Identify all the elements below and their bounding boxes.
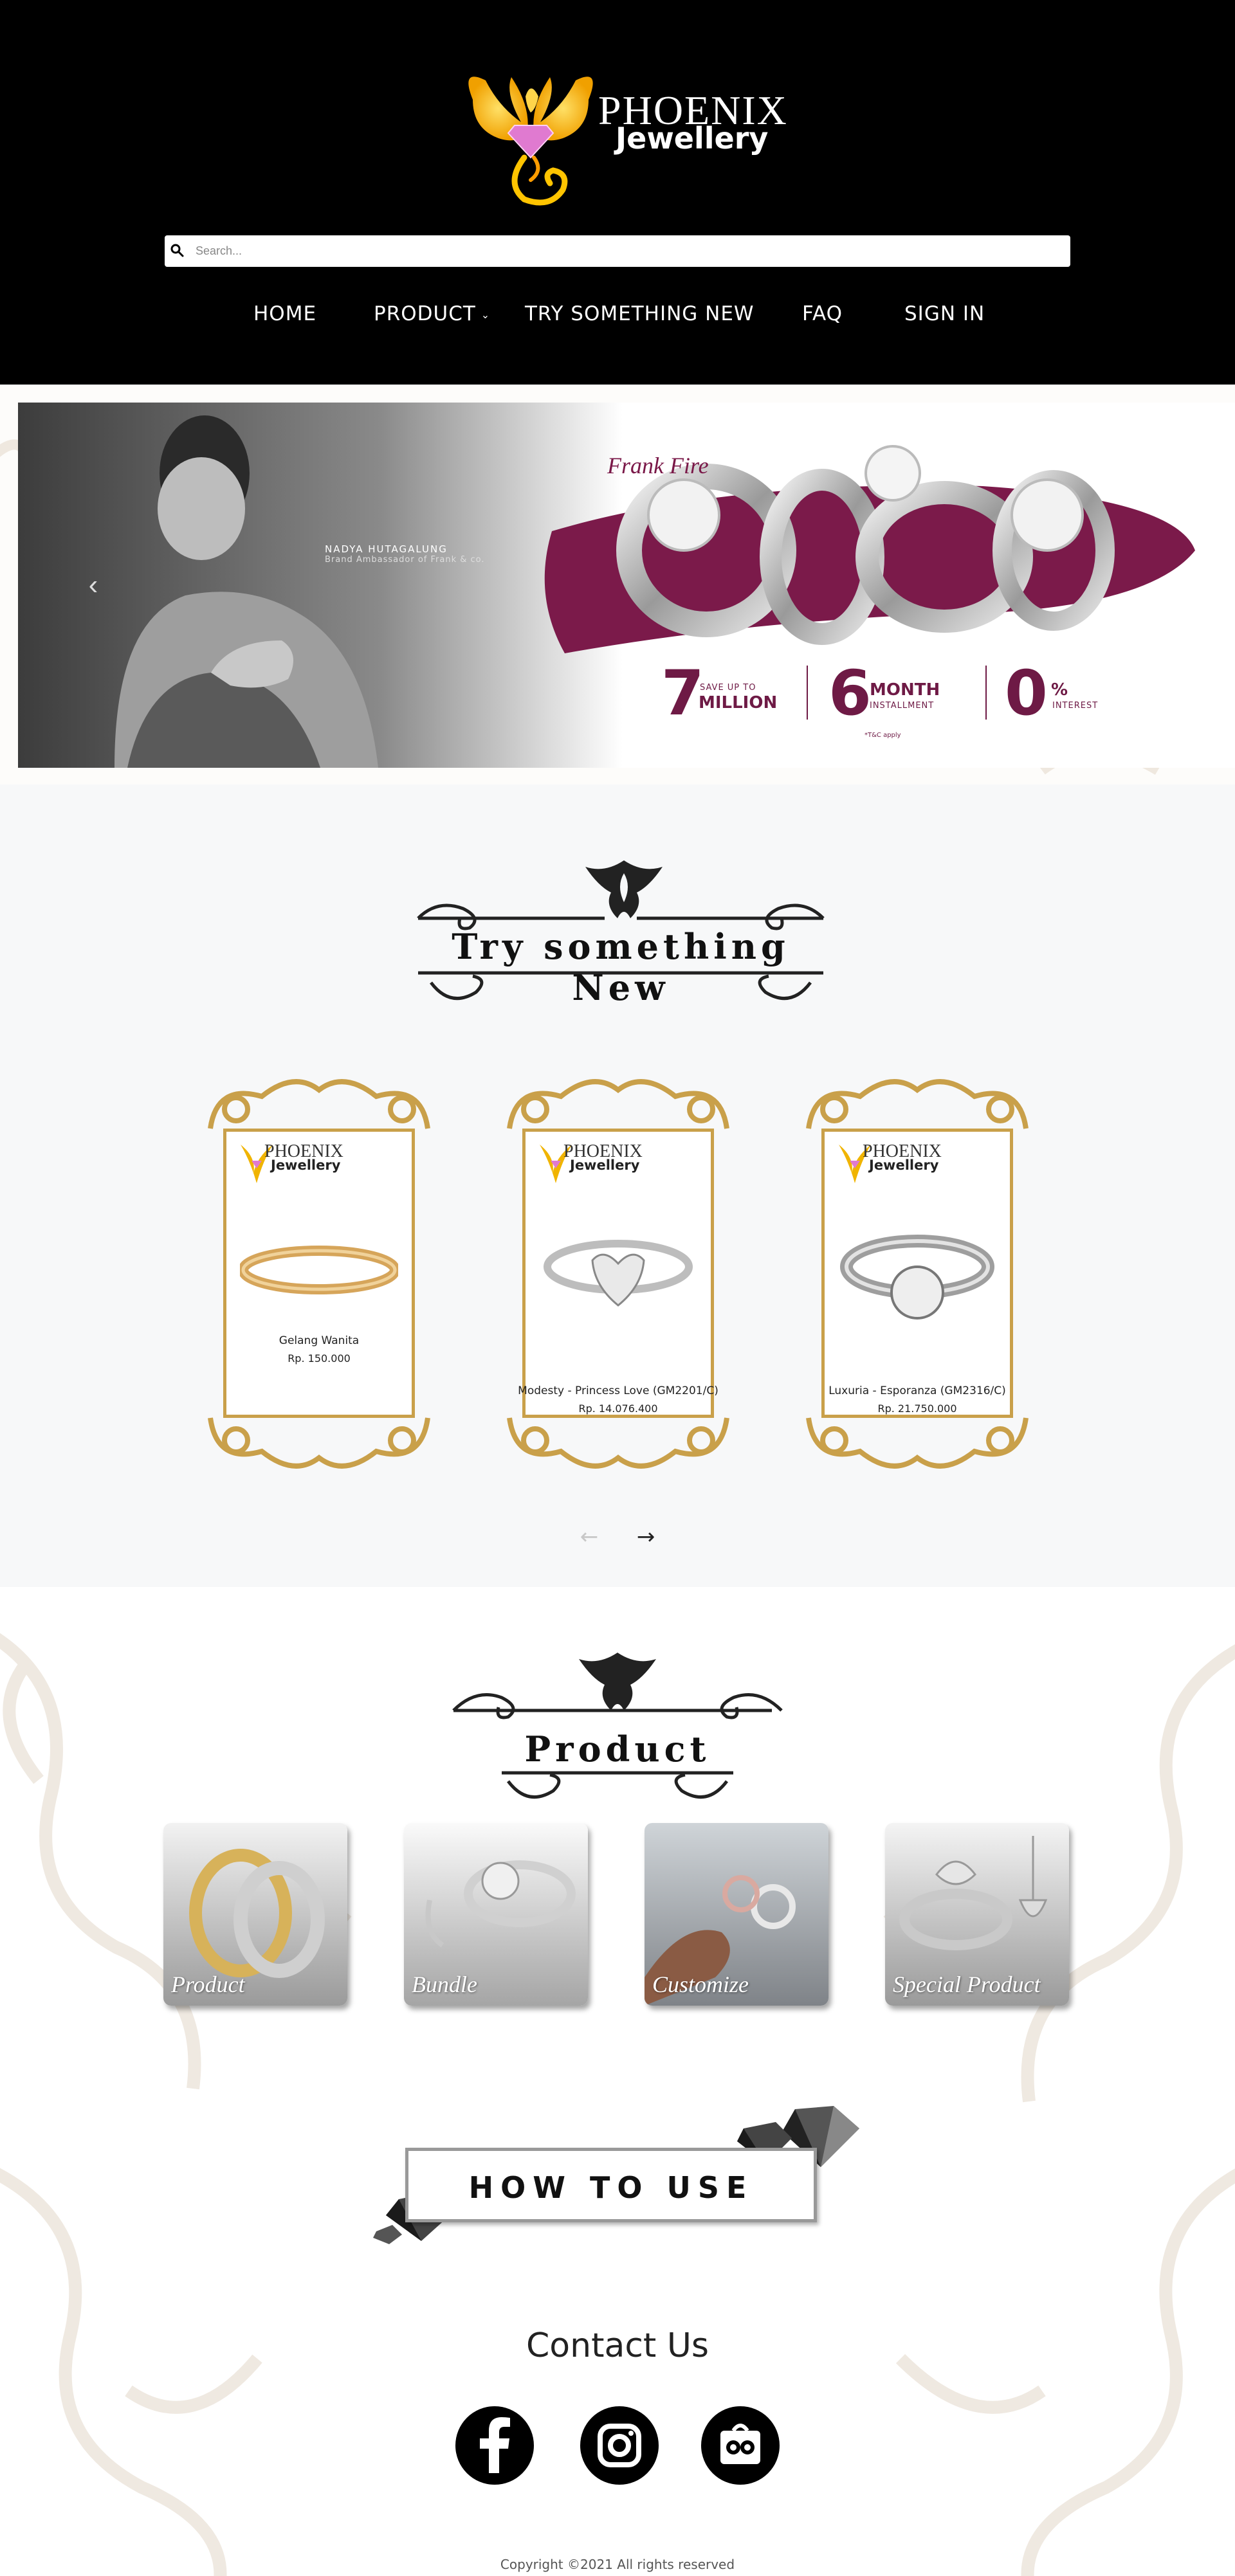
carousel-prev-icon[interactable]: ‹: [80, 571, 106, 599]
category-label: Product: [171, 1972, 245, 1997]
instagram-icon[interactable]: [580, 2406, 659, 2485]
promo-value-3: 0: [1005, 657, 1048, 729]
card-product-price: Rp. 21.750.000: [877, 1402, 957, 1415]
site-header: PHOENIX Jewellery HOME PRODUCT⌄ TRY SOME…: [0, 0, 1235, 385]
promo-caption-1: SAVE UP TO: [700, 683, 756, 693]
category-label: Special Product: [893, 1972, 1041, 1997]
promo-unit-1: MILLION: [699, 693, 778, 712]
promo-caption-3: INTEREST: [1052, 701, 1099, 711]
how-to-use-label: HOW TO USE: [468, 2170, 754, 2205]
card-product-name: Modesty - Princess Love (GM2201/C): [518, 1384, 718, 1397]
chevron-down-icon: ⌄: [480, 309, 491, 321]
card-product-price: Rp. 150.000: [288, 1352, 351, 1365]
facebook-icon[interactable]: [455, 2406, 534, 2485]
product-card[interactable]: PHOENIX Jewellery Gelang Wanita Rp. 150.…: [197, 1071, 441, 1477]
collection-name: Frank Fire: [607, 453, 709, 478]
card-product-price: Rp. 14.076.400: [578, 1402, 658, 1415]
category-label: Bundle: [412, 1972, 477, 1997]
promo-value-2: 6: [828, 657, 872, 729]
product-image: [240, 1246, 398, 1294]
search-bar: [165, 235, 1070, 267]
card-logo-subtitle: Jewellery: [271, 1157, 341, 1173]
product-card[interactable]: PHOENIX Jewellery Luxuria - Esporanza (G…: [796, 1071, 1039, 1477]
search-icon[interactable]: [170, 243, 185, 259]
card-product-name: Luxuria - Esporanza (GM2316/C): [828, 1384, 1006, 1397]
promo-divider: [985, 666, 987, 720]
category-tile-special-product[interactable]: Special Product: [885, 1823, 1069, 2006]
contact-title: Contact Us: [526, 2327, 709, 2365]
try-new-title: Try something New: [452, 926, 790, 1008]
card-logo-subtitle: Jewellery: [570, 1157, 640, 1173]
category-tile-product[interactable]: Product: [163, 1823, 347, 2006]
page: PHOENIX Jewellery HOME PRODUCT⌄ TRY SOME…: [0, 0, 1235, 2576]
arrow-left-icon[interactable]: ←: [576, 1524, 602, 1550]
product-title: Product: [524, 1728, 711, 1770]
promo-unit-2: MONTH: [870, 680, 940, 700]
category-tile-bundle[interactable]: Bundle: [404, 1823, 588, 2006]
product-image: [840, 1235, 994, 1320]
tokopedia-icon[interactable]: [701, 2406, 780, 2485]
category-tile-customize[interactable]: Customize: [645, 1823, 828, 2006]
search-input[interactable]: [196, 239, 1057, 262]
arrow-right-icon[interactable]: →: [633, 1524, 659, 1550]
nav-sign-in[interactable]: SIGN IN: [904, 302, 985, 325]
product-card[interactable]: PHOENIX Jewellery Modesty - Princess Lov…: [497, 1071, 740, 1477]
nav-faq[interactable]: FAQ: [802, 302, 843, 325]
category-label: Customize: [652, 1972, 749, 1997]
promo-terms: *T&C apply: [864, 732, 901, 739]
promo-divider: [807, 666, 808, 720]
how-to-use-button[interactable]: HOW TO USE: [405, 2148, 817, 2222]
nav-try-something-new[interactable]: TRY SOMETHING NEW: [525, 302, 755, 325]
card-logo-subtitle: Jewellery: [869, 1157, 939, 1173]
copyright: Copyright ©2021 All rights reserved: [500, 2557, 735, 2572]
product-image: [544, 1240, 693, 1307]
promo-value-1: 7: [661, 657, 704, 729]
nav-home[interactable]: HOME: [253, 302, 316, 325]
ambassador-role: Brand Ambassador of Frank & co.: [325, 555, 485, 565]
main-nav: HOME PRODUCT ⌄ TRY SOMETHING NEW FAQ SIGN…: [0, 302, 1235, 334]
card-product-name: Gelang Wanita: [279, 1334, 360, 1347]
promo-unit-3: %: [1051, 680, 1068, 700]
nav-product[interactable]: PRODUCT ⌄: [374, 302, 490, 325]
logo-subtitle: Jewellery: [616, 121, 769, 156]
nav-product-label: PRODUCT: [374, 302, 476, 325]
promo-caption-2: INSTALLMENT: [870, 701, 935, 711]
ambassador-name: NADYA HUTAGALUNG: [325, 543, 448, 555]
